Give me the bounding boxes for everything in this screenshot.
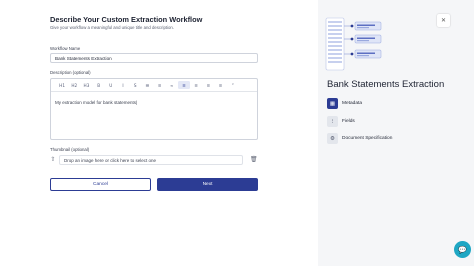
align-justify-icon[interactable]: ≡: [214, 81, 226, 89]
nav-item-label: Metadata: [342, 101, 363, 106]
metadata-icon: ▦: [327, 98, 338, 109]
nav-item-metadata[interactable]: ▦ Metadata: [327, 98, 362, 109]
chat-icon: 💬: [458, 245, 467, 254]
align-center-icon[interactable]: ≡: [190, 81, 202, 89]
thumbnail-label: Thumbnail (optional): [50, 147, 90, 152]
nav-item-fields[interactable]: ⁝ Fields: [327, 116, 355, 127]
chat-support-button[interactable]: 💬: [454, 241, 471, 258]
close-button[interactable]: ✕: [437, 14, 450, 27]
align-left-icon[interactable]: ≡: [177, 81, 191, 89]
heading-1-icon[interactable]: H1: [56, 81, 68, 89]
description-text[interactable]: My extraction model for bank statements|: [55, 100, 137, 105]
heading-3-icon[interactable]: H3: [80, 81, 92, 89]
trash-icon[interactable]: 🗑: [250, 156, 258, 164]
thumbnail-dropzone[interactable]: Drop an image here or click here to sele…: [59, 155, 243, 165]
numbered-list-icon[interactable]: ≡: [154, 81, 166, 89]
workflow-name-label: Workflow Name: [50, 46, 81, 51]
fields-icon: ⁝: [327, 116, 338, 127]
bullet-list-icon[interactable]: ☰: [141, 81, 153, 89]
nav-item-label: Document Specification: [342, 136, 393, 141]
link-icon[interactable]: ∞: [166, 81, 178, 89]
document-spec-icon: ⚙: [327, 133, 338, 144]
underline-icon[interactable]: U: [105, 81, 117, 89]
nav-item-label: Fields: [342, 119, 355, 124]
workflow-name-value: Bank Statements Extraction: [55, 56, 112, 62]
next-button[interactable]: Next: [157, 178, 258, 191]
bold-icon[interactable]: B: [93, 81, 105, 89]
close-icon: ✕: [440, 17, 447, 24]
thumbnail-placeholder: Drop an image here or click here to sele…: [64, 158, 157, 164]
align-right-icon[interactable]: ≡: [202, 81, 214, 89]
form-pane: Describe Your Custom Extraction Workflow…: [0, 0, 318, 266]
workflow-illustration-icon: [325, 17, 382, 71]
page-title: Describe Your Custom Extraction Workflow: [50, 15, 203, 24]
italic-icon[interactable]: I: [117, 81, 129, 89]
upload-icon[interactable]: ⇧: [50, 156, 56, 164]
heading-2-icon[interactable]: H2: [68, 81, 80, 89]
workflow-name-input[interactable]: Bank Statements Extraction: [50, 53, 258, 63]
description-editor[interactable]: H1 H2 H3 B U I S ☰ ≡ ∞ ≡ ≡ ≡ ≡” My extraction model f…: [50, 78, 258, 140]
quote-icon[interactable]: ”: [227, 81, 239, 89]
nav-item-document-specification[interactable]: ⚙ Document Specification: [327, 133, 392, 144]
panel-title: Bank Statements Extraction: [327, 79, 445, 90]
editor-toolbar: H1 H2 H3 B U I S ☰ ≡ ∞ ≡ ≡ ≡ ≡”: [51, 79, 257, 92]
thumbnail-row: ⇧ Drop an image here or click here to se…: [50, 155, 258, 165]
cancel-button[interactable]: Cancel: [50, 178, 151, 191]
strikethrough-icon[interactable]: S: [129, 81, 141, 89]
description-label: Description (optional): [50, 70, 91, 75]
page-subtitle: Give your workflow a meaningful and uniq…: [50, 25, 174, 30]
